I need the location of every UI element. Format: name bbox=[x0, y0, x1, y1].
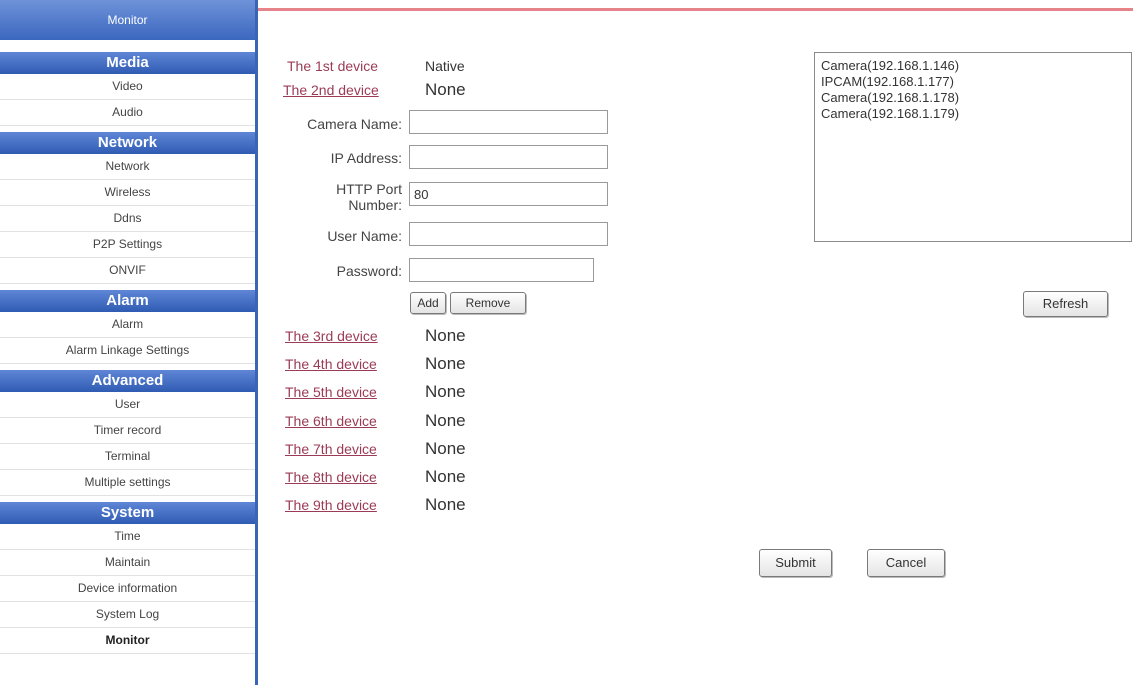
camera-name-input[interactable] bbox=[409, 110, 608, 134]
top-divider bbox=[258, 8, 1133, 11]
sidebar-item-multiple-settings[interactable]: Multiple settings bbox=[0, 470, 255, 496]
sidebar-item-network[interactable]: Network bbox=[0, 154, 255, 180]
sidebar-item-maintain[interactable]: Maintain bbox=[0, 550, 255, 576]
device-4-link[interactable]: The 4th device bbox=[285, 356, 377, 372]
password-input[interactable] bbox=[409, 258, 594, 282]
device-6-value: None bbox=[425, 410, 466, 430]
submit-button[interactable]: Submit bbox=[759, 549, 832, 577]
password-label: Password: bbox=[336, 263, 402, 279]
http-port-label: HTTP Port Number: bbox=[270, 181, 402, 213]
sidebar-sections: Media Video Audio Network Network Wireless Ddn… bbox=[0, 52, 255, 654]
ip-address-input[interactable] bbox=[409, 145, 608, 169]
device-8-value: None bbox=[425, 467, 466, 486]
sidebar-item-time[interactable]: Time bbox=[0, 524, 255, 550]
sidebar-section-network: Network bbox=[0, 132, 255, 154]
device-2-link[interactable]: The 2nd device bbox=[283, 82, 379, 98]
tab-monitor[interactable]: Monitor bbox=[0, 0, 255, 40]
sidebar-item-audio[interactable]: Audio bbox=[0, 100, 255, 126]
sidebar-item-wireless[interactable]: Wireless bbox=[0, 180, 255, 206]
sidebar-section-advanced: Advanced bbox=[0, 370, 255, 392]
device-1-value: Native bbox=[425, 58, 465, 74]
sidebar-item-system-log[interactable]: System Log bbox=[0, 602, 255, 628]
http-port-label-line1: HTTP Port bbox=[336, 181, 402, 197]
device-3-link[interactable]: The 3rd device bbox=[285, 328, 378, 344]
sidebar-item-alarm-linkage-settings[interactable]: Alarm Linkage Settings bbox=[0, 338, 255, 364]
sidebar: Monitor Media Video Audio Network Network Wir… bbox=[0, 0, 258, 685]
device-5-value: None bbox=[425, 382, 466, 402]
user-name-label: User Name: bbox=[327, 228, 402, 244]
sidebar-section-alarm: Alarm bbox=[0, 290, 255, 312]
http-port-label-line2: Number: bbox=[348, 197, 402, 213]
sidebar-item-monitor[interactable]: Monitor bbox=[0, 628, 255, 654]
http-port-input[interactable] bbox=[409, 182, 608, 206]
sidebar-item-alarm[interactable]: Alarm bbox=[0, 312, 255, 338]
ip-address-label: IP Address: bbox=[330, 150, 402, 166]
user-name-input[interactable] bbox=[409, 222, 608, 246]
device-6-link[interactable]: The 6th device bbox=[285, 413, 377, 429]
sidebar-item-onvif[interactable]: ONVIF bbox=[0, 258, 255, 284]
device-4-value: None bbox=[425, 354, 466, 374]
camera-list-item[interactable]: Camera(192.168.1.146) bbox=[821, 58, 1125, 74]
sidebar-item-user[interactable]: User bbox=[0, 392, 255, 418]
camera-list-item[interactable]: IPCAM(192.168.1.177) bbox=[821, 74, 1125, 90]
device-5-link[interactable]: The 5th device bbox=[285, 384, 377, 400]
camera-search-list[interactable]: Camera(192.168.1.146) IPCAM(192.168.1.177… bbox=[814, 52, 1132, 242]
sidebar-item-ddns[interactable]: Ddns bbox=[0, 206, 255, 232]
device-9-value: None bbox=[425, 495, 466, 515]
sidebar-item-video[interactable]: Video bbox=[0, 74, 255, 100]
device-1-label: The 1st device bbox=[287, 58, 379, 74]
sidebar-section-media: Media bbox=[0, 52, 255, 74]
device-9-link[interactable]: The 9th device bbox=[285, 497, 377, 513]
device-2-value: None bbox=[425, 80, 466, 99]
sidebar-section-system: System bbox=[0, 502, 255, 524]
camera-list-item[interactable]: Camera(192.168.1.178) bbox=[821, 90, 1125, 106]
device-8-link[interactable]: The 8th device bbox=[285, 469, 377, 485]
camera-list-item[interactable]: Camera(192.168.1.179) bbox=[821, 106, 1125, 122]
device-7-link[interactable]: The 7th device bbox=[285, 441, 377, 457]
camera-name-label: Camera Name: bbox=[307, 116, 402, 132]
sidebar-item-device-information[interactable]: Device information bbox=[0, 576, 255, 602]
remove-button[interactable]: Remove bbox=[450, 292, 526, 314]
sidebar-item-timer-record[interactable]: Timer record bbox=[0, 418, 255, 444]
sidebar-item-terminal[interactable]: Terminal bbox=[0, 444, 255, 470]
sidebar-item-p2p-settings[interactable]: P2P Settings bbox=[0, 232, 255, 258]
refresh-button[interactable]: Refresh bbox=[1023, 291, 1108, 317]
device-7-value: None bbox=[425, 438, 466, 458]
add-button[interactable]: Add bbox=[410, 292, 446, 314]
device-3-value: None bbox=[425, 326, 466, 345]
cancel-button[interactable]: Cancel bbox=[867, 549, 945, 577]
